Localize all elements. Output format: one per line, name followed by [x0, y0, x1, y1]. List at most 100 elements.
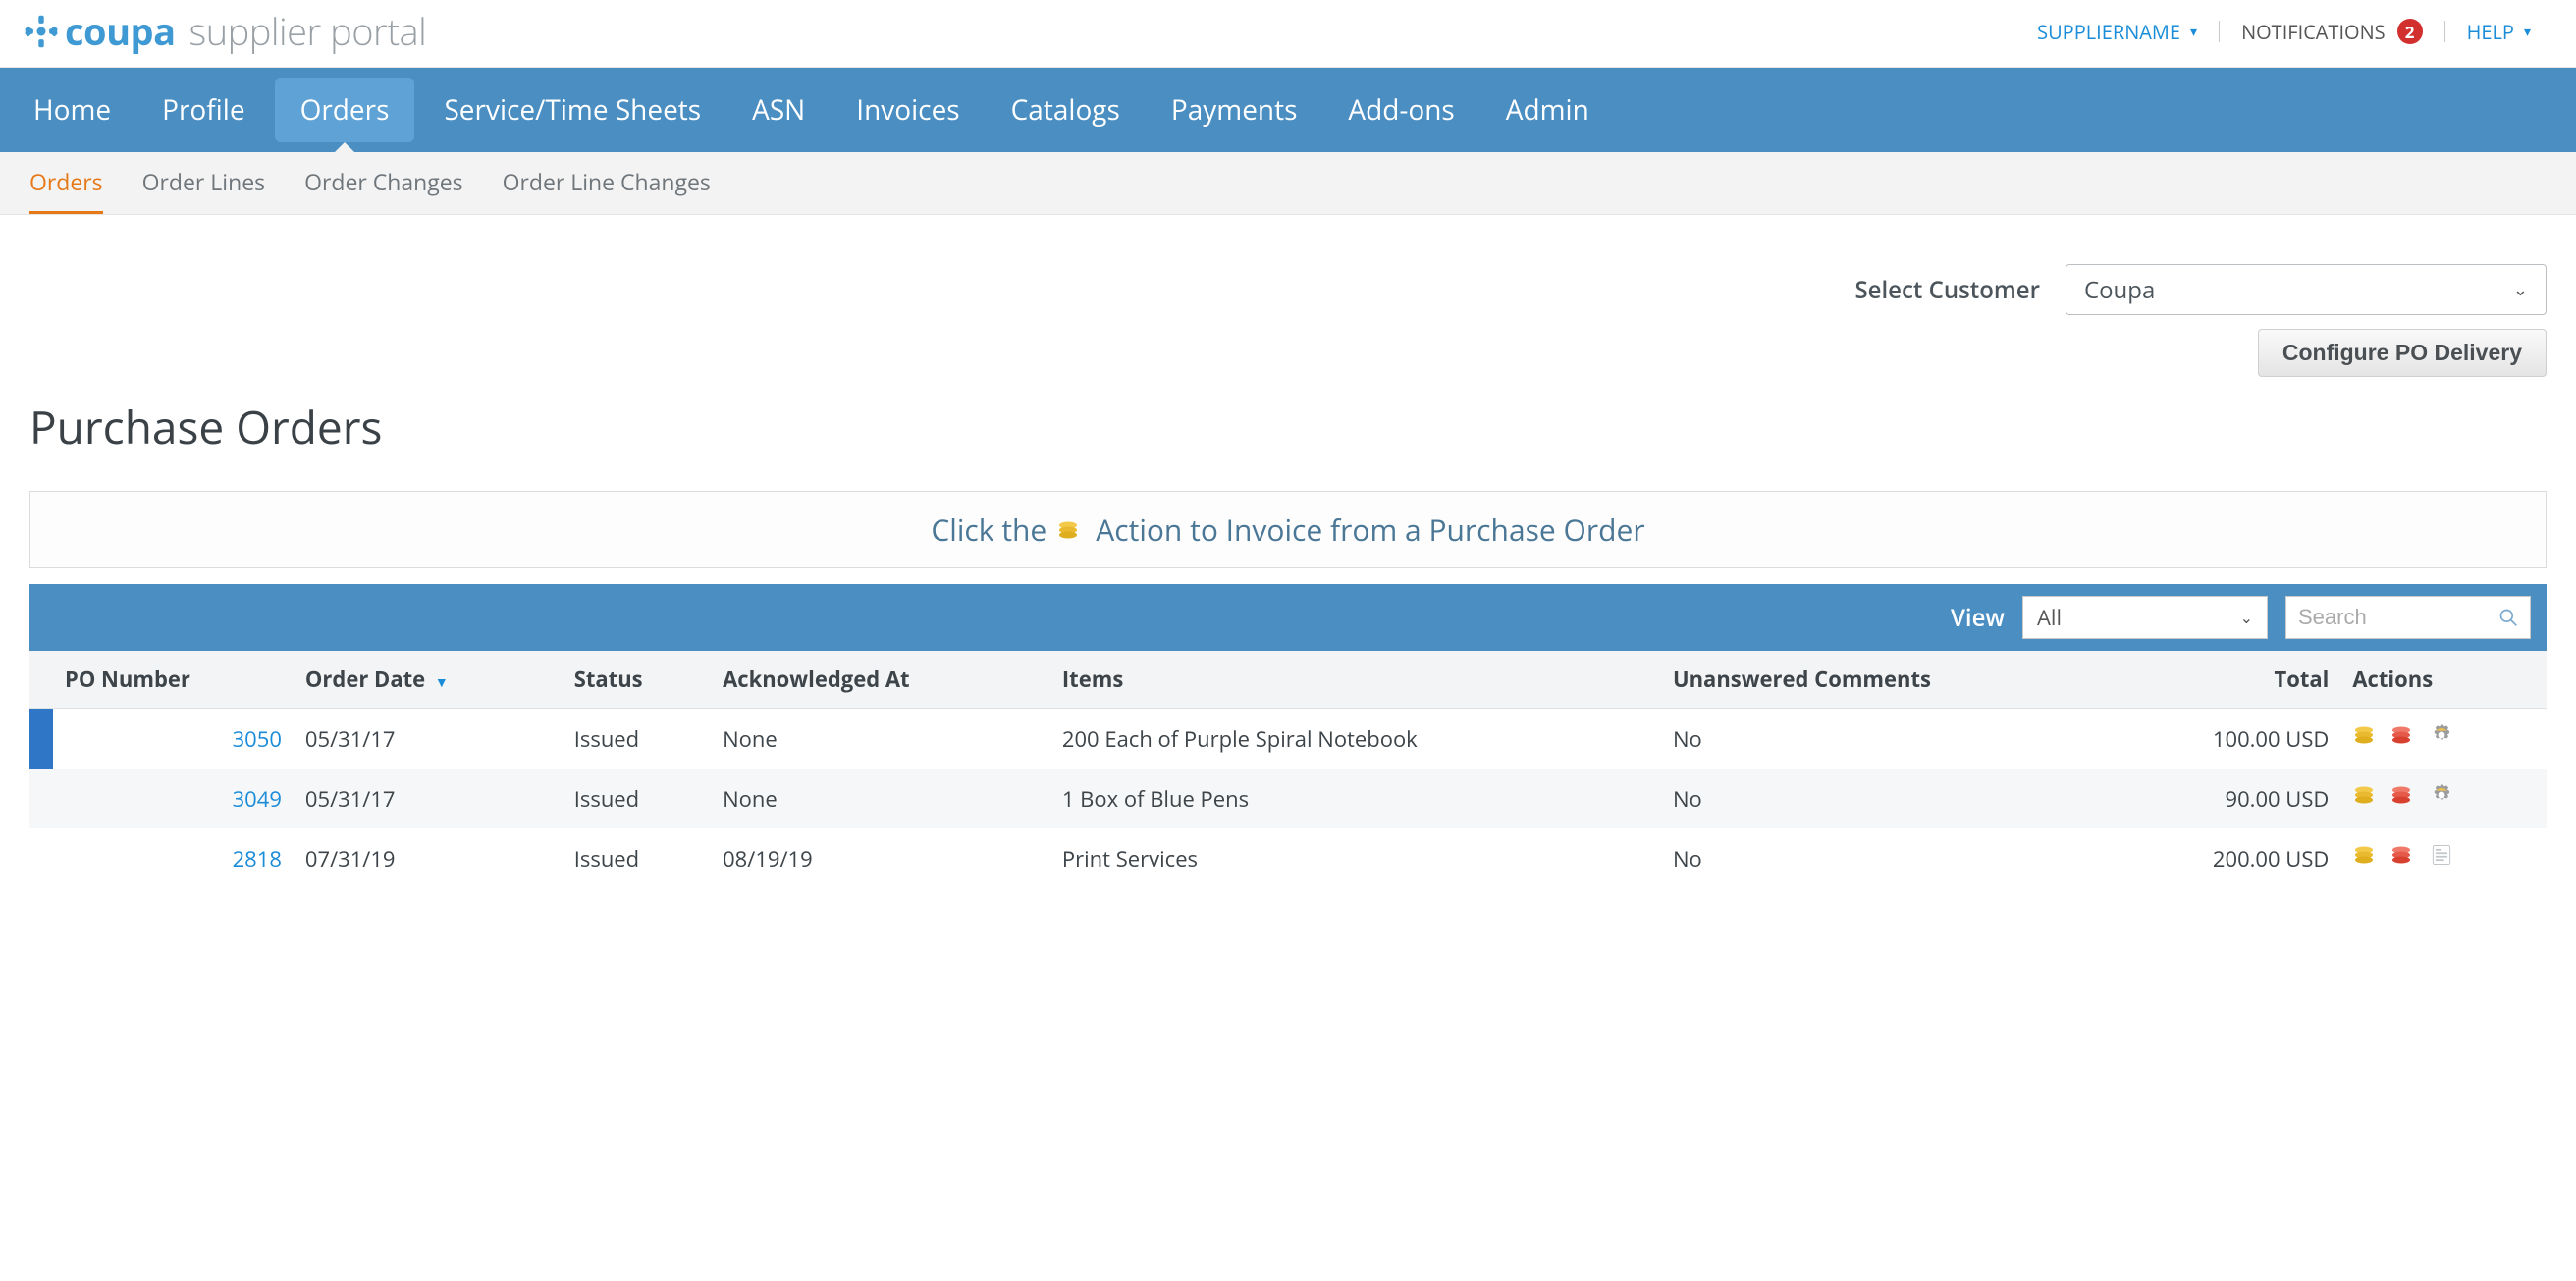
table-toolbar: View All ⌄: [29, 584, 2547, 651]
col-order-date-label: Order Date: [305, 665, 425, 694]
po-number-link[interactable]: 2818: [233, 844, 282, 874]
col-unanswered[interactable]: Unanswered Comments: [1661, 651, 2116, 709]
configure-po-delivery-button[interactable]: Configure PO Delivery: [2258, 329, 2547, 377]
cell-order-date: 07/31/19: [294, 828, 563, 888]
view-label: View: [1951, 602, 2005, 634]
search-box[interactable]: [2285, 596, 2531, 639]
actions-cell: [2352, 722, 2535, 755]
col-items[interactable]: Items: [1050, 651, 1661, 709]
cell-unanswered: No: [1661, 709, 2116, 770]
col-total[interactable]: Total: [2116, 651, 2341, 709]
create-credit-note-icon[interactable]: [2389, 722, 2419, 755]
cell-ack: 08/19/19: [711, 828, 1050, 888]
row-marker: [29, 709, 53, 770]
notifications-badge: 2: [2397, 19, 2423, 44]
cell-ack: None: [711, 769, 1050, 828]
cell-items: Print Services: [1050, 828, 1661, 888]
nav-addons[interactable]: Add-ons: [1322, 68, 1479, 152]
help-label: HELP: [2467, 19, 2514, 45]
cell-ack: None: [711, 709, 1050, 770]
cell-unanswered: No: [1661, 828, 2116, 888]
search-icon: [2498, 607, 2518, 628]
page-title: Purchase Orders: [29, 397, 2547, 457]
subnav-order-lines[interactable]: Order Lines: [142, 166, 265, 214]
coupa-logo-icon: [24, 14, 59, 49]
brand-name: coupa: [65, 6, 176, 57]
create-credit-note-icon[interactable]: [2389, 842, 2419, 875]
po-number-link[interactable]: 3049: [233, 784, 282, 814]
banner-pre: Click the: [931, 509, 1046, 550]
nav-invoices[interactable]: Invoices: [831, 68, 985, 152]
row-marker: [29, 828, 53, 888]
content-area: Select Customer Coupa ⌄ Configure PO Del…: [0, 215, 2576, 888]
nav-home[interactable]: Home: [8, 68, 136, 152]
col-status[interactable]: Status: [563, 651, 711, 709]
customer-select[interactable]: Coupa ⌄: [2066, 264, 2547, 315]
coins-gold-icon: [1056, 517, 1086, 543]
customer-select-value: Coupa: [2084, 274, 2155, 306]
notifications-label: NOTIFICATIONS: [2241, 19, 2386, 45]
cell-status: Issued: [563, 828, 711, 888]
col-ack[interactable]: Acknowledged At: [711, 651, 1050, 709]
help-menu[interactable]: HELP ▾: [2445, 19, 2552, 45]
row-marker: [29, 769, 53, 828]
cell-order-date: 05/31/17: [294, 769, 563, 828]
chevron-down-icon: ▾: [2524, 23, 2531, 41]
table-row: 3050 05/31/17IssuedNone200 Each of Purple…: [29, 709, 2547, 770]
chevron-down-icon: ▾: [2190, 23, 2197, 41]
config-row: Configure PO Delivery: [29, 329, 2547, 377]
cell-status: Issued: [563, 769, 711, 828]
sort-desc-icon: ▼: [435, 673, 449, 692]
notifications-link[interactable]: NOTIFICATIONS 2: [2220, 19, 2444, 45]
actions-cell: [2352, 842, 2535, 875]
cell-order-date: 05/31/17: [294, 709, 563, 770]
cell-items: 200 Each of Purple Spiral Notebook: [1050, 709, 1661, 770]
cell-items: 1 Box of Blue Pens: [1050, 769, 1661, 828]
customer-row: Select Customer Coupa ⌄: [29, 264, 2547, 315]
col-order-date[interactable]: Order Date ▼: [294, 651, 563, 709]
cell-total: 100.00 USD: [2116, 709, 2341, 770]
view-select[interactable]: All ⌄: [2022, 596, 2268, 639]
main-nav: Home Profile Orders Service/Time Sheets …: [0, 68, 2576, 152]
select-customer-label: Select Customer: [1854, 274, 2040, 306]
nav-asn[interactable]: ASN: [726, 68, 831, 152]
invoice-hint-banner: Click the Action to Invoice from a Purch…: [29, 491, 2547, 568]
supplier-menu[interactable]: SUPPLIERNAME ▾: [2015, 19, 2219, 45]
subnav-orders[interactable]: Orders: [29, 166, 103, 214]
sub-nav: Orders Order Lines Order Changes Order L…: [0, 152, 2576, 215]
subnav-order-line-changes[interactable]: Order Line Changes: [503, 166, 711, 214]
po-table: PO Number Order Date ▼ Status Acknowledg…: [29, 651, 2547, 888]
subnav-order-changes[interactable]: Order Changes: [304, 166, 463, 214]
banner-post: Action to Invoice from a Purchase Order: [1096, 509, 1644, 550]
gear-icon[interactable]: [2427, 722, 2456, 755]
chevron-down-icon: ⌄: [2240, 607, 2253, 628]
actions-cell: [2352, 782, 2535, 815]
nav-catalogs[interactable]: Catalogs: [986, 68, 1146, 152]
cell-status: Issued: [563, 709, 711, 770]
table-row: 3049 05/31/17IssuedNone1 Box of Blue Pens…: [29, 769, 2547, 828]
cell-total: 90.00 USD: [2116, 769, 2341, 828]
cell-total: 200.00 USD: [2116, 828, 2341, 888]
document-icon[interactable]: [2427, 842, 2456, 875]
gear-icon[interactable]: [2427, 782, 2456, 815]
supplier-label: SUPPLIERNAME: [2037, 19, 2180, 45]
chevron-down-icon: ⌄: [2513, 278, 2528, 301]
create-invoice-icon[interactable]: [2352, 842, 2382, 875]
search-input[interactable]: [2298, 605, 2498, 630]
nav-profile[interactable]: Profile: [136, 68, 270, 152]
brand-block: coupa supplier portal: [24, 6, 426, 57]
brand-subtitle: supplier portal: [189, 6, 427, 57]
nav-payments[interactable]: Payments: [1146, 68, 1323, 152]
create-credit-note-icon[interactable]: [2389, 782, 2419, 815]
nav-admin[interactable]: Admin: [1480, 68, 1615, 152]
view-select-value: All: [2037, 603, 2062, 632]
po-number-link[interactable]: 3050: [233, 724, 282, 754]
col-po-number[interactable]: PO Number: [53, 651, 294, 709]
nav-service-time-sheets[interactable]: Service/Time Sheets: [418, 68, 726, 152]
row-marker-col: [29, 651, 53, 709]
nav-orders[interactable]: Orders: [275, 78, 415, 142]
create-invoice-icon[interactable]: [2352, 782, 2382, 815]
table-header-row: PO Number Order Date ▼ Status Acknowledg…: [29, 651, 2547, 709]
top-links: SUPPLIERNAME ▾ NOTIFICATIONS 2 HELP ▾: [2015, 19, 2552, 45]
create-invoice-icon[interactable]: [2352, 722, 2382, 755]
